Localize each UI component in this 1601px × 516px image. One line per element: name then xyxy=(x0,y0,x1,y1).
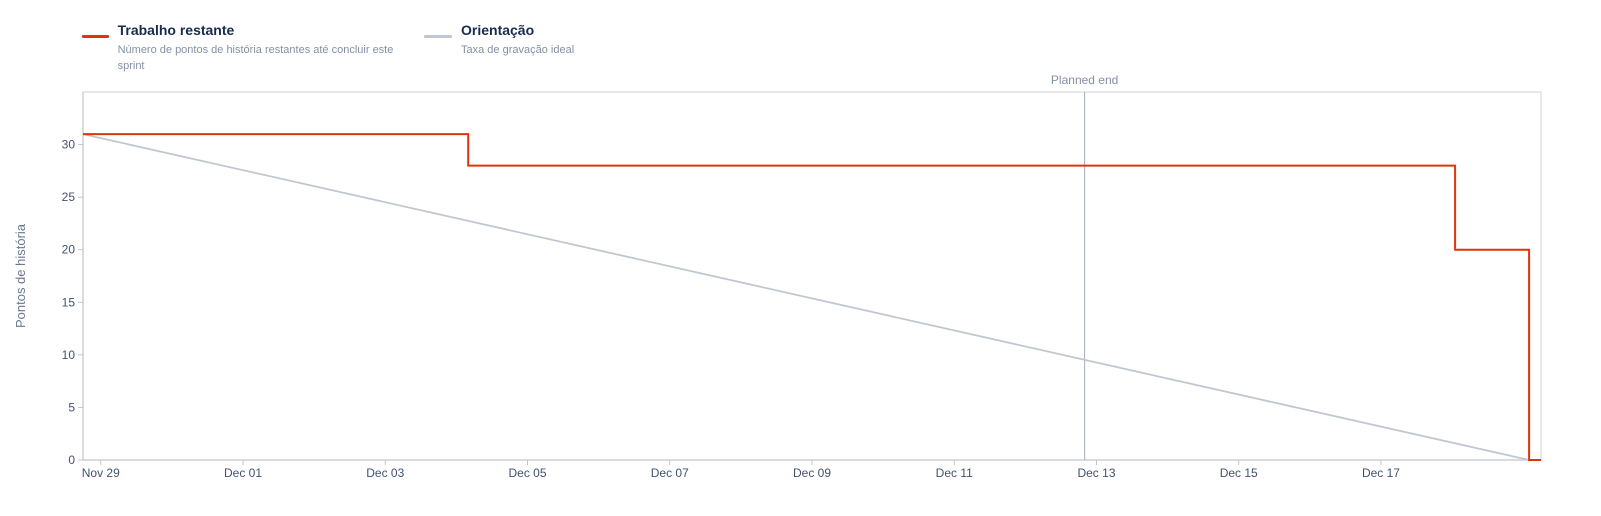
x-tick-label: Dec 05 xyxy=(508,466,546,480)
y-tick-label: 20 xyxy=(62,243,76,257)
y-tick-label: 10 xyxy=(62,348,76,362)
x-tick-label: Nov 29 xyxy=(82,466,120,480)
x-tick-label: Dec 15 xyxy=(1220,466,1258,480)
y-tick-label: 5 xyxy=(68,400,75,414)
y-tick-label: 30 xyxy=(62,138,76,152)
x-tick-label: Dec 03 xyxy=(366,466,404,480)
x-tick-label: Dec 09 xyxy=(793,466,831,480)
x-tick-label: Dec 07 xyxy=(651,466,689,480)
y-tick-label: 25 xyxy=(62,190,76,204)
x-tick-label: Dec 17 xyxy=(1362,466,1400,480)
x-tick-label: Dec 01 xyxy=(224,466,262,480)
x-tick-label: Dec 11 xyxy=(936,466,973,480)
burndown-chart: 0 5 10 15 20 25 30 Nov 29 Dec 01 Dec 03 Dec 05 Dec … xyxy=(13,73,1542,480)
guideline-line xyxy=(82,133,1530,461)
y-tick-label: 0 xyxy=(68,453,75,467)
y-tick-label: 15 xyxy=(62,295,76,309)
x-tick-label: Dec 13 xyxy=(1077,466,1115,480)
plot-frame xyxy=(82,91,1542,461)
y-axis-title: Pontos de história xyxy=(13,223,28,328)
planned-end-label: Planned end xyxy=(1051,73,1118,87)
